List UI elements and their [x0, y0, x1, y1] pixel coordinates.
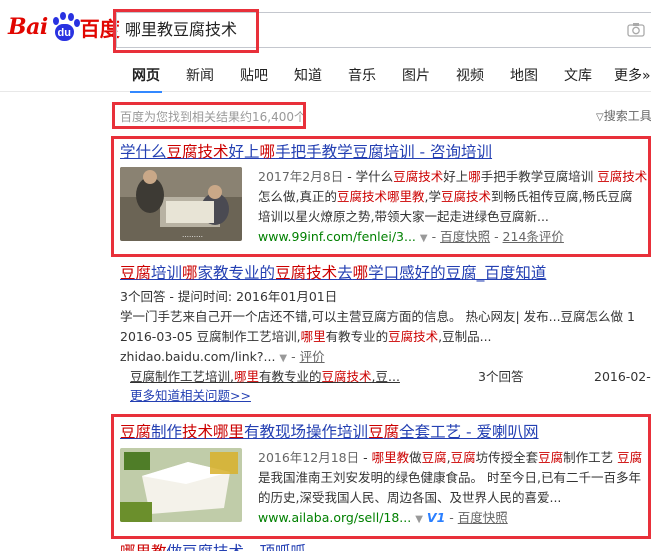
search-tabs: 网页 新闻 贴吧 知道 音乐 图片 视频 地图 文库 更多»	[0, 56, 651, 93]
tab-wenku[interactable]: 文库	[564, 65, 592, 85]
chevron-down-icon[interactable]: ▼	[415, 514, 423, 525]
result-1-reviews-link[interactable]: 214条评价	[503, 229, 564, 244]
result-2-sub-question[interactable]: 豆腐制作工艺培训,哪里有教专业的豆腐技术,豆...	[130, 367, 400, 387]
tab-news[interactable]: 新闻	[186, 65, 214, 85]
tab-web[interactable]: 网页	[130, 65, 162, 93]
tab-images[interactable]: 图片	[402, 65, 430, 85]
result-3-abstract: 2016年12月18日 - 哪里教做豆腐,豆腐坊传授全套豆腐制作工艺 豆腐 是我…	[258, 450, 643, 525]
result-1-title[interactable]: 学什么豆腐技术好上哪手把手教学豆腐培训 - 咨询培训	[120, 141, 651, 163]
result-2-meta: 3个回答 - 提问时间: 2016年01月01日	[120, 289, 338, 304]
result-3-snapshot-link[interactable]: 百度快照	[458, 510, 508, 525]
result-2-sub-date: 2016-02-1	[594, 369, 651, 384]
result-1-abstract: 2017年2月8日 - 学什么豆腐技术好上哪手把手教学豆腐培训 豆腐技术 怎么做…	[258, 169, 648, 244]
search-tools-label: 搜索工具	[603, 109, 651, 123]
result-3-thumbnail[interactable]	[120, 448, 242, 522]
tab-map[interactable]: 地图	[510, 65, 538, 85]
result-3-title[interactable]: 豆腐制作技术哪里有教现场操作培训豆腐全套工艺 - 爱喇叭网	[120, 421, 651, 443]
svg-text:………: ………	[182, 231, 203, 239]
tab-music[interactable]: 音乐	[348, 65, 376, 85]
search-box	[116, 12, 651, 48]
logo-text-bai: Bai	[8, 14, 48, 40]
logo-text-cn: 百度	[79, 16, 120, 41]
paw-icon: du	[49, 12, 80, 42]
tab-tieba[interactable]: 贴吧	[240, 65, 268, 85]
tab-zhidao[interactable]: 知道	[294, 65, 322, 85]
camera-icon[interactable]	[627, 22, 645, 37]
result-3-url[interactable]: www.ailaba.org/sell/18...	[258, 510, 411, 525]
result-1-url[interactable]: www.99inf.com/fenlei/3...	[258, 229, 416, 244]
result-2-title[interactable]: 豆腐培训哪家教专业的豆腐技术去哪学口感好的豆腐_百度知道	[120, 262, 546, 284]
v1-badge[interactable]: V1	[427, 510, 445, 525]
tab-more[interactable]: 更多»	[614, 65, 651, 85]
tab-video[interactable]: 视频	[456, 65, 484, 85]
result-2-answer: 学一门手艺来自己开一个店还不错,可以主营豆腐方面的信息。 热心网友| 发布...…	[120, 309, 635, 324]
chevron-down-icon[interactable]: ▼	[279, 353, 287, 364]
search-result-1: 学什么豆腐技术好上哪手把手教学豆腐培训 - 咨询培训 ……… 2017年2月8日…	[120, 141, 651, 261]
result-count: 百度为您找到相关结果约16,400个	[120, 110, 306, 124]
result-2-url-row: zhidao.baidu.com/link?... ▼ - 评价	[120, 349, 325, 364]
result-1-thumbnail[interactable]: ………	[120, 167, 242, 241]
search-result-3: 豆腐制作技术哪里有教现场操作培训豆腐全套工艺 - 爱喇叭网 2016年12月18…	[120, 421, 651, 541]
chevron-down-icon[interactable]: ▼	[420, 233, 428, 244]
header: Bai du 百度	[0, 0, 651, 56]
result-2-url[interactable]: zhidao.baidu.com/link?...	[120, 349, 275, 364]
baidu-logo[interactable]: Bai du 百度	[8, 12, 120, 42]
result-2-related: 2016-03-05 豆腐制作工艺培训,哪里有教专业的豆腐技术,豆制品...	[120, 329, 492, 344]
search-tools-button[interactable]: ▽搜索工具	[596, 107, 651, 124]
result-2-review-link[interactable]: 评价	[300, 349, 325, 364]
result-4-title[interactable]: 哪里教做豆腐技术 - 顶呱呱	[120, 541, 306, 551]
result-2-more-link[interactable]: 更多知道相关问题>>	[130, 386, 251, 406]
search-input[interactable]	[125, 13, 625, 47]
result-1-snapshot-link[interactable]: 百度快照	[440, 229, 490, 244]
filter-icon: ▽	[596, 112, 604, 123]
result-2-sub-answers: 3个回答	[478, 369, 524, 384]
